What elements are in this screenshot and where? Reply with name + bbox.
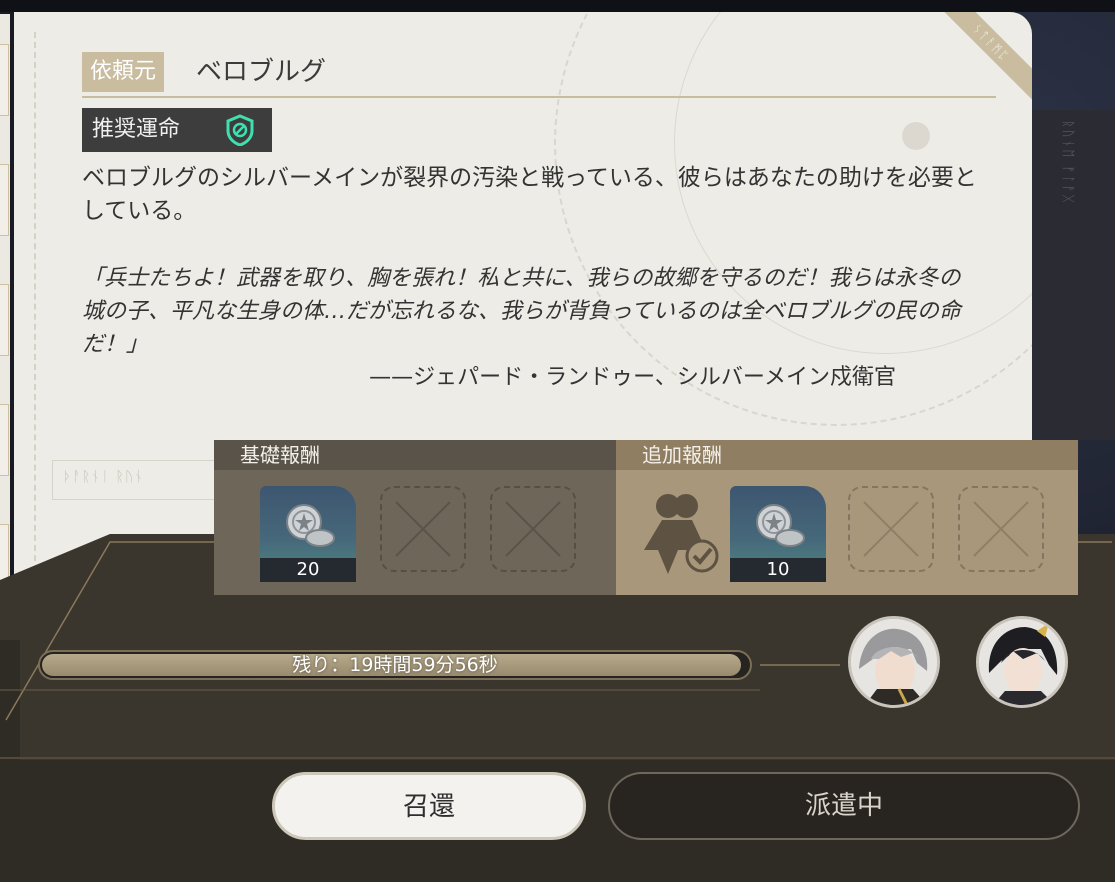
trailblazer-check-icon [644,494,719,574]
extra-reward-panel: 追加報酬 10 [616,440,1078,595]
time-remaining-bar: 残り：19時間59分56秒 [38,650,752,680]
dispatching-button[interactable]: 派遣中 [608,772,1080,840]
commission-description: ベロブルグのシルバーメインが裂界の汚染と戦っている、彼らはあなたの助けを必要とし… [82,165,977,224]
credit-coin-icon [756,504,805,547]
reward-item[interactable]: 20 [260,486,356,582]
page-tab [0,284,9,356]
client-row: 依頼元 ベロブルグ [82,52,996,98]
side-banner: ᚱᚢᚾᛖ ᚠᛚᚨᚷ [1030,110,1115,440]
client-label: 依頼元 [82,52,165,92]
empty-reward-slot [848,486,934,572]
empty-reward-slot [490,486,576,572]
rune-decoration: ᚱᚢᚾᛖ ᚠᛚᚨᚷ [1060,120,1075,205]
recommended-path-label: 推奨運命 [92,117,181,142]
avatar-silver-haired[interactable] [848,616,940,708]
time-remaining-label: 残り：19時間59分56秒 [292,654,498,676]
preservation-path-icon [224,114,256,147]
page-tab [0,164,9,236]
reward-item[interactable]: 10 [730,486,826,582]
reward-count: 20 [260,558,356,582]
stamp-decoration: ᚦᚨᚱᚾᛁ ᚱᚢᚾ [52,460,232,500]
empty-reward-slot [958,486,1044,572]
top-strip [0,0,1115,12]
commission-quote: 「兵士たちよ！武器を取り、胸を張れ！私と共に、我らの故郷を守るのだ！我らは永冬の… [82,266,961,357]
base-reward-label: 基礎報酬 [214,440,616,470]
client-name: ベロブルグ [196,57,327,87]
page-tab [0,404,9,476]
decor-dot [902,122,930,150]
reward-count: 10 [730,558,826,582]
empty-reward-slot [380,486,466,572]
recall-button[interactable]: 召還 [272,772,586,840]
quote-attribution: ——ジェパード・ランドゥー、シルバーメイン戍衛官 [369,365,896,390]
base-reward-panel: 基礎報酬 20 [214,440,616,595]
avatar-dark-haired[interactable] [976,616,1068,708]
page-tab [0,44,9,116]
credit-coin-icon [286,504,335,547]
recommended-path-badge[interactable]: 推奨運命 [82,108,272,152]
extra-reward-label: 追加報酬 [616,440,1078,470]
